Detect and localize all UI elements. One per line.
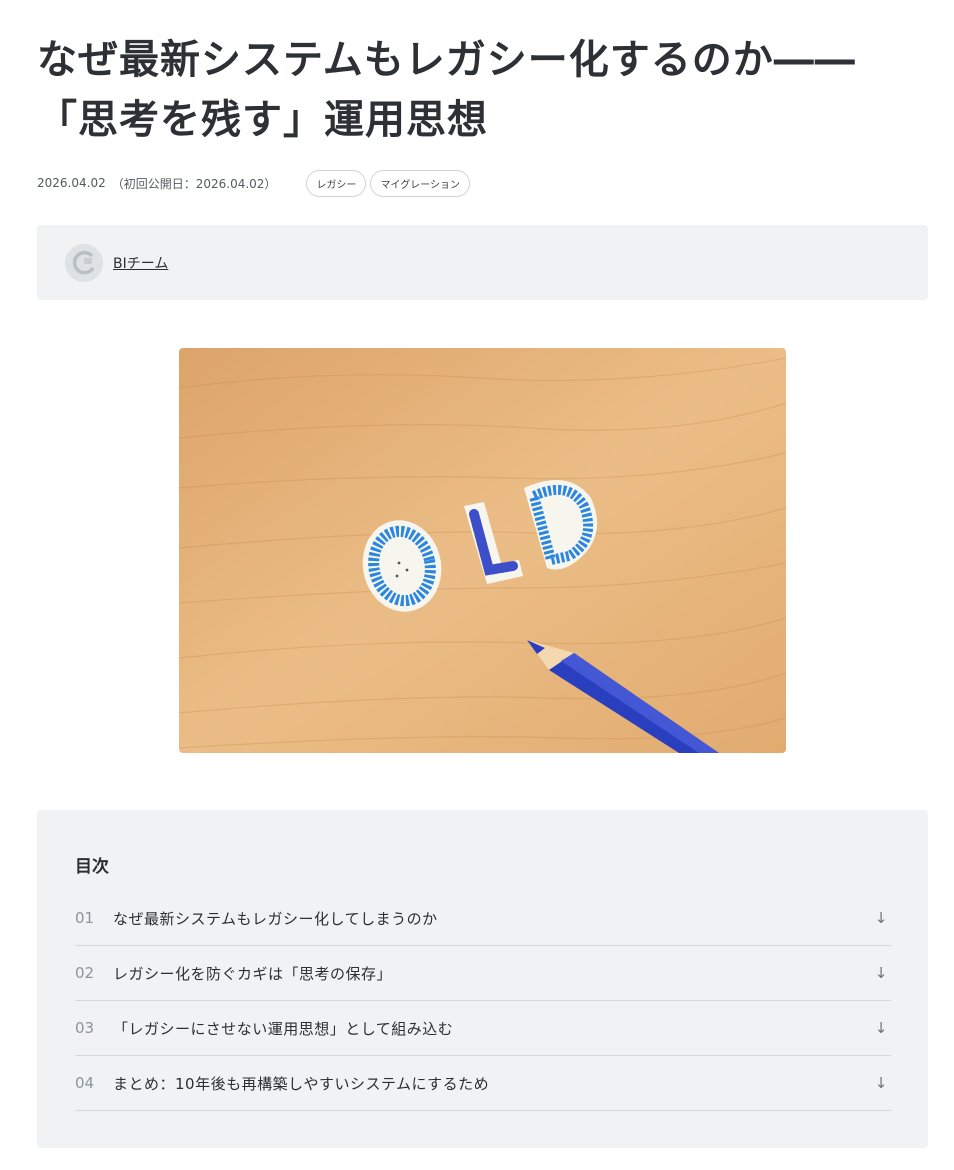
author-box: BIチーム (37, 225, 928, 300)
table-of-contents: 目次 01 なぜ最新システムもレガシー化してしまうのか ↓ 02 レガシー化を防… (37, 810, 928, 1148)
toc-item-number: 03 (75, 1019, 95, 1037)
toc-item-04[interactable]: 04 まとめ：10年後も再構築しやすいシステムにするため ↓ (75, 1056, 891, 1111)
toc-item-number: 01 (75, 909, 95, 927)
toc-item-label[interactable]: まとめ：10年後も再構築しやすいシステムにするため (113, 1073, 873, 1094)
article-title: なぜ最新システムもレガシー化するのか―― 「思考を残す」運用思想 (37, 30, 917, 150)
avatar[interactable] (65, 243, 103, 282)
toc-item-02[interactable]: 02 レガシー化を防ぐカギは「思考の保存」 ↓ (75, 946, 891, 1001)
article-title-line1: なぜ最新システムもレガシー化するのか―― (37, 37, 856, 83)
toc-item-label[interactable]: 「レガシーにさせない運用思想」として組み込む (113, 1018, 873, 1039)
toc-item-01[interactable]: 01 なぜ最新システムもレガシー化してしまうのか ↓ (75, 891, 891, 946)
tag-migration[interactable]: マイグレーション (370, 169, 471, 197)
toc-item-number: 02 (75, 964, 95, 982)
toc-item-number: 04 (75, 1074, 95, 1092)
hero-image-old-beads-pencil (179, 348, 786, 753)
author-name-link[interactable]: BIチーム (113, 253, 168, 273)
arrow-down-icon[interactable]: ↓ (873, 1019, 889, 1037)
toc-item-03[interactable]: 03 「レガシーにさせない運用思想」として組み込む ↓ (75, 1001, 891, 1056)
tag-legacy[interactable]: レガシー (306, 169, 367, 197)
toc-list: 01 なぜ最新システムもレガシー化してしまうのか ↓ 02 レガシー化を防ぐカギ… (75, 891, 891, 1111)
avatar-logo-icon (65, 243, 103, 282)
arrow-down-icon[interactable]: ↓ (873, 1074, 889, 1092)
hero-image (179, 348, 786, 753)
arrow-down-icon[interactable]: ↓ (873, 909, 889, 927)
first-published-date: （初回公開日：2026.04.02） (111, 176, 277, 191)
arrow-down-icon[interactable]: ↓ (873, 964, 889, 982)
toc-item-label[interactable]: なぜ最新システムもレガシー化してしまうのか (113, 908, 873, 929)
toc-heading: 目次 (75, 857, 109, 877)
article-meta: 2026.04.02 （初回公開日：2026.04.02） レガシー マイグレー… (37, 168, 474, 198)
toc-item-label[interactable]: レガシー化を防ぐカギは「思考の保存」 (113, 963, 873, 984)
publish-date: 2026.04.02 (37, 176, 106, 190)
article-title-line2: 「思考を残す」運用思想 (37, 97, 488, 143)
